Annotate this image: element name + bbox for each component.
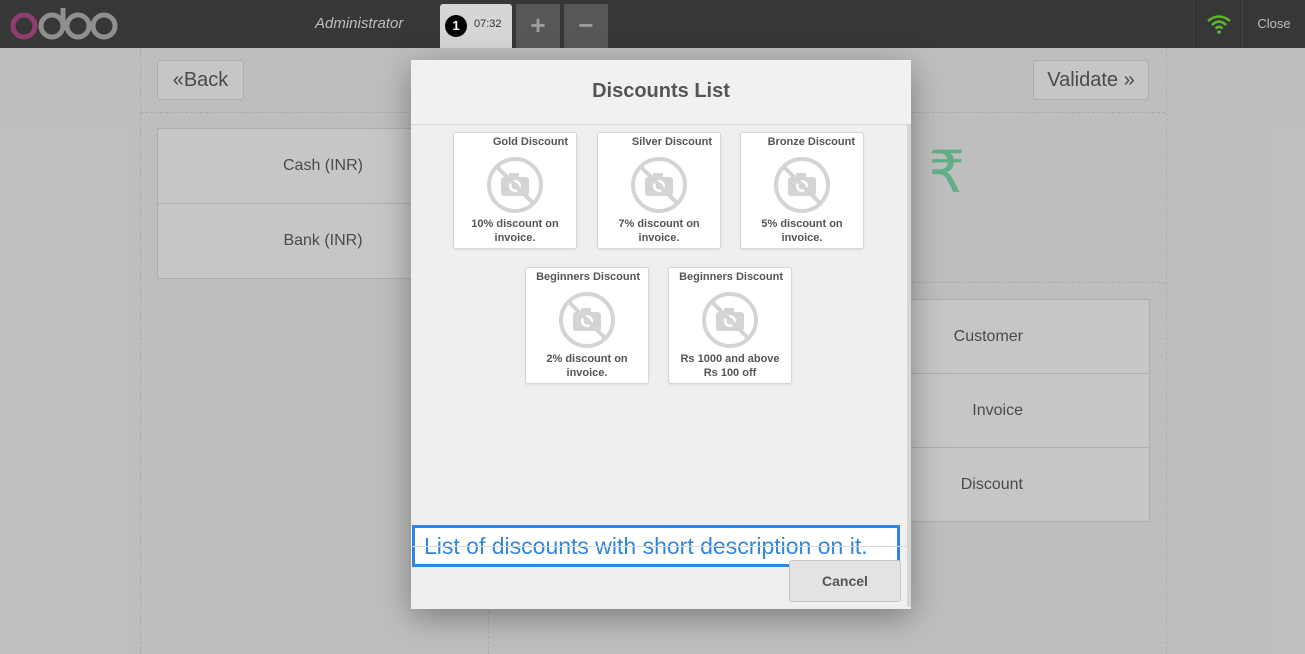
remove-order-button[interactable]: − — [564, 4, 608, 48]
discount-name: Silver Discount — [631, 136, 712, 148]
no-image-icon — [631, 157, 687, 213]
odoo-logo — [10, 8, 118, 40]
no-image-icon — [702, 292, 758, 348]
cancel-button[interactable]: Cancel — [789, 560, 901, 602]
discount-card-beginners-rs[interactable]: Beginners Discount Rs 1000 and above Rs … — [668, 267, 792, 384]
discount-name: Beginners Discount — [679, 271, 783, 283]
modal-footer-divider — [411, 546, 911, 547]
username-label: Administrator — [315, 15, 404, 32]
modal-title: Discounts List — [411, 60, 911, 125]
discount-name: Bronze Discount — [767, 136, 855, 148]
order-tab[interactable]: 1 07:32 — [440, 4, 512, 48]
discount-description: 10% discount on invoice. — [471, 218, 559, 244]
discount-card-beginners[interactable]: Beginners Discount 2% discount on invoic… — [525, 267, 649, 384]
discount-card-gold[interactable]: Gold Discount 10% discount on invoice. — [453, 132, 577, 249]
wifi-icon — [1207, 15, 1231, 34]
header-divider — [1193, 0, 1194, 48]
pos-header: Administrator 1 07:32 + − Close — [0, 0, 1305, 48]
no-image-icon — [559, 292, 615, 348]
discount-description: Rs 1000 and above Rs 100 off — [680, 353, 780, 379]
discount-description: 7% discount on invoice. — [618, 218, 700, 244]
discount-name: Beginners Discount — [536, 271, 640, 283]
discount-description: 2% discount on invoice. — [546, 353, 628, 379]
no-image-icon — [774, 157, 830, 213]
no-image-icon — [487, 157, 543, 213]
discount-list: Gold Discount 10% discount on invoice. S… — [411, 125, 911, 607]
order-number-badge: 1 — [445, 15, 467, 37]
discount-name: Gold Discount — [492, 136, 568, 148]
discount-description: 5% discount on invoice. — [761, 218, 843, 244]
add-order-button[interactable]: + — [516, 4, 560, 48]
close-button[interactable]: Close — [1243, 0, 1305, 48]
discount-card-silver[interactable]: Silver Discount 7% discount on invoice. — [597, 132, 721, 249]
discount-card-bronze[interactable]: Bronze Discount 5% discount on invoice. — [740, 132, 864, 249]
order-time: 07:32 — [474, 18, 502, 30]
discounts-modal: Discounts List Gold Discount 10% discoun… — [411, 60, 911, 609]
